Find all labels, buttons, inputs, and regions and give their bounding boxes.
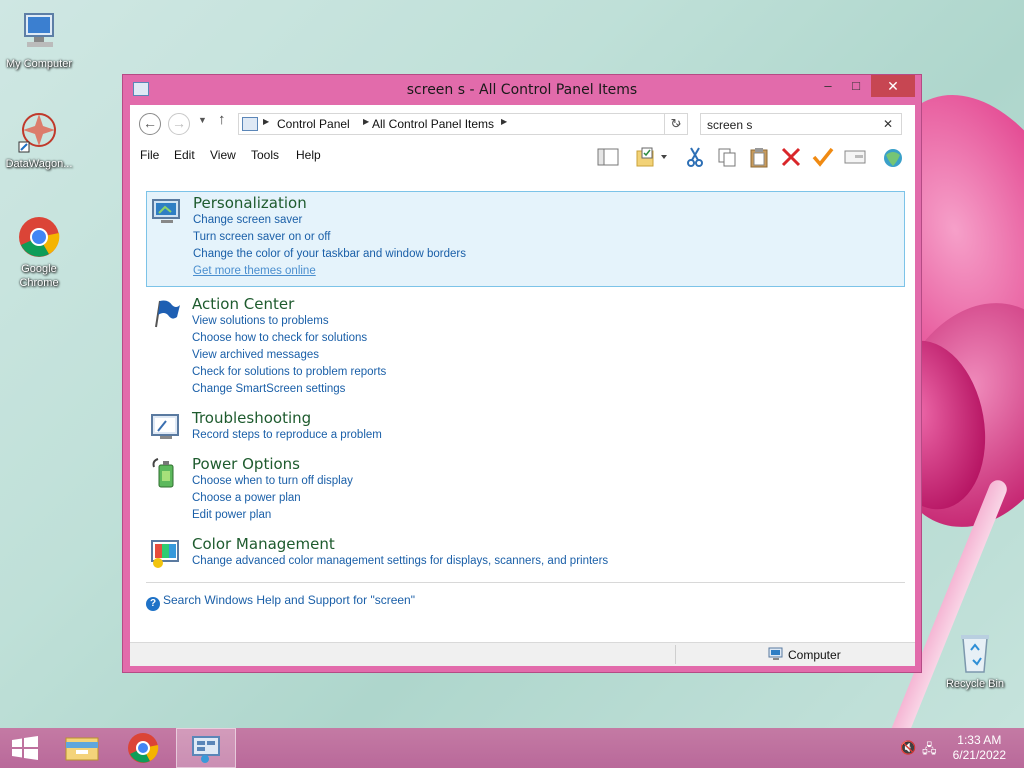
address-bar[interactable]: ▶ Control Panel ▶ All Control Panel Item… xyxy=(238,113,688,135)
control-panel-icon xyxy=(242,117,258,131)
title-bar[interactable]: screen s - All Control Panel Items – □ ✕ xyxy=(123,75,921,105)
clock-time: 1:33 AM xyxy=(957,733,1002,747)
link-choose-power-plan[interactable]: Choose a power plan xyxy=(192,492,301,504)
control-panel-window: screen s - All Control Panel Items – □ ✕… xyxy=(122,74,922,673)
computer-icon xyxy=(17,10,61,54)
help-icon: ? xyxy=(146,597,160,611)
recent-locations-chevron-icon[interactable]: ▼ xyxy=(198,115,207,125)
breadcrumb-separator-icon[interactable]: ▶ xyxy=(501,117,507,126)
link-turn-off-display[interactable]: Choose when to turn off display xyxy=(192,475,353,487)
desktop-icon-datawagon[interactable]: DataWagon... xyxy=(0,110,78,171)
close-button[interactable]: ✕ xyxy=(871,75,915,97)
group-title[interactable]: Color Management xyxy=(192,535,335,553)
clear-search-icon[interactable]: ✕ xyxy=(883,117,893,131)
power-options-icon xyxy=(150,457,182,489)
recycle-bin-icon xyxy=(953,630,997,674)
link-record-steps[interactable]: Record steps to reproduce a problem xyxy=(192,429,382,441)
link-change-screen-saver[interactable]: Change screen saver xyxy=(193,214,302,226)
personalization-icon xyxy=(151,196,183,228)
group-title[interactable]: Personalization xyxy=(193,194,307,212)
paste-icon[interactable] xyxy=(747,146,771,168)
forward-button[interactable]: → xyxy=(168,113,190,135)
taskbar: 🔇 🖧 1:33 AM 6/21/2022 xyxy=(0,728,1024,768)
menu-file[interactable]: File xyxy=(140,148,159,162)
control-panel-taskbar-icon[interactable] xyxy=(176,728,236,768)
color-management-icon xyxy=(150,537,182,569)
folder-properties-icon[interactable] xyxy=(634,146,670,168)
cut-icon[interactable] xyxy=(683,146,707,168)
menu-bar: File Edit View Tools Help xyxy=(130,141,915,169)
group-action-center[interactable]: Action Center View solutions to problems… xyxy=(146,293,905,395)
globe-icon[interactable] xyxy=(881,146,905,168)
troubleshooting-icon xyxy=(150,411,182,443)
desktop-icon-recycle-bin[interactable]: Recycle Bin xyxy=(936,630,1014,691)
group-title[interactable]: Power Options xyxy=(192,455,300,473)
status-bar: Computer xyxy=(130,642,915,666)
up-button[interactable]: ↑ xyxy=(218,111,226,128)
computer-icon xyxy=(768,647,784,661)
navigation-bar: ← → ▼ ↑ ▶ Control Panel ▶ All Control Pa… xyxy=(130,105,915,141)
datawagon-icon xyxy=(17,110,61,154)
control-panel-results: Personalization Change screen saver Turn… xyxy=(130,175,915,645)
status-separator xyxy=(675,645,676,664)
group-color-management[interactable]: Color Management Change advanced color m… xyxy=(146,533,905,573)
minimize-button[interactable]: – xyxy=(814,75,842,97)
link-archived-messages[interactable]: View archived messages xyxy=(192,349,319,361)
search-input[interactable]: screen s ✕ xyxy=(700,113,902,135)
desktop-icon-google-chrome[interactable]: Google Chrome xyxy=(0,215,78,290)
start-button[interactable] xyxy=(0,728,60,768)
link-smartscreen[interactable]: Change SmartScreen settings xyxy=(192,383,345,395)
volume-muted-icon[interactable]: 🔇 xyxy=(900,740,916,756)
maximize-button[interactable]: □ xyxy=(842,75,870,97)
copy-icon[interactable] xyxy=(715,146,739,168)
taskbar-clock[interactable]: 1:33 AM 6/21/2022 xyxy=(953,733,1006,763)
group-title[interactable]: Action Center xyxy=(192,295,294,313)
group-troubleshooting[interactable]: Troubleshooting Record steps to reproduc… xyxy=(146,407,905,447)
group-power-options[interactable]: Power Options Choose when to turn off di… xyxy=(146,453,905,529)
menu-tools[interactable]: Tools xyxy=(251,148,279,162)
breadcrumb-control-panel[interactable]: Control Panel xyxy=(277,117,350,131)
menu-view[interactable]: View xyxy=(210,148,236,162)
window-title: screen s - All Control Panel Items xyxy=(406,82,638,98)
window-icon[interactable] xyxy=(843,146,867,168)
action-center-flag-icon xyxy=(150,297,182,329)
delete-icon[interactable] xyxy=(779,146,803,168)
status-location: Computer xyxy=(788,648,841,662)
help-search-link[interactable]: ? Search Windows Help and Support for "sc… xyxy=(146,593,415,611)
group-personalization[interactable]: Personalization Change screen saver Turn… xyxy=(146,191,905,287)
link-get-more-themes[interactable]: Get more themes online xyxy=(193,265,316,277)
chrome-taskbar-icon[interactable] xyxy=(113,728,173,768)
link-edit-power-plan[interactable]: Edit power plan xyxy=(192,509,271,521)
layout-icon[interactable] xyxy=(596,146,620,168)
breadcrumb-separator-icon[interactable]: ▶ xyxy=(363,117,369,126)
clock-date: 6/21/2022 xyxy=(952,748,1006,762)
back-button[interactable]: ← xyxy=(139,113,161,135)
checkmark-icon[interactable] xyxy=(811,146,835,168)
link-view-solutions[interactable]: View solutions to problems xyxy=(192,315,329,327)
search-value: screen s xyxy=(707,118,753,132)
breadcrumb-all-items[interactable]: All Control Panel Items xyxy=(372,117,494,131)
file-explorer-taskbar-icon[interactable] xyxy=(52,728,112,768)
divider xyxy=(146,582,905,583)
link-taskbar-color[interactable]: Change the color of your taskbar and win… xyxy=(193,248,466,260)
menu-edit[interactable]: Edit xyxy=(174,148,195,162)
network-icon[interactable]: 🖧 xyxy=(922,740,937,762)
link-advanced-color-settings[interactable]: Change advanced color management setting… xyxy=(192,555,608,567)
chrome-icon xyxy=(17,215,61,259)
desktop-icon-my-computer[interactable]: My Computer xyxy=(0,10,78,71)
link-check-solutions-how[interactable]: Choose how to check for solutions xyxy=(192,332,367,344)
help-search-text: Search Windows Help and Support for "scr… xyxy=(163,593,415,607)
group-title[interactable]: Troubleshooting xyxy=(192,409,311,427)
link-turn-screen-saver[interactable]: Turn screen saver on or off xyxy=(193,231,330,243)
window-client-area: ← → ▼ ↑ ▶ Control Panel ▶ All Control Pa… xyxy=(130,105,915,666)
link-problem-reports[interactable]: Check for solutions to problem reports xyxy=(192,366,386,378)
refresh-button[interactable]: ↻ xyxy=(664,113,688,135)
menu-help[interactable]: Help xyxy=(296,148,321,162)
breadcrumb-separator-icon[interactable]: ▶ xyxy=(263,117,269,126)
